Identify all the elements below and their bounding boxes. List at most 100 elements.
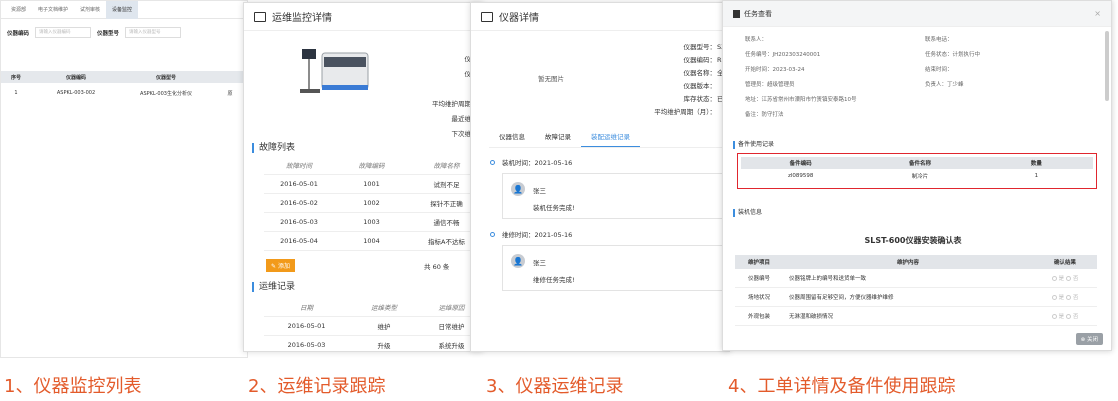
tab-instrument-info[interactable]: 仪器信息 [489, 127, 535, 147]
record-card: 👤 张三 维修任务完成! [502, 245, 729, 291]
tab-assembly-record[interactable]: 装配运维记录 [581, 127, 640, 147]
parts-table-highlight: 备件编码 备件名称 数量 zl089598 制冷片 1 [737, 153, 1097, 189]
cell: 场地状况 [747, 295, 770, 301]
panel-header: 运维监控详情 [244, 3, 482, 31]
table-row[interactable]: zl089598 制冷片 1 [741, 169, 1093, 183]
code-input[interactable]: 请输入仪器编码 [35, 27, 92, 38]
result-radios[interactable]: 是 否 [1033, 293, 1097, 301]
record-card: 👤 张三 装机任务完成! [502, 173, 729, 219]
radio-icon[interactable] [1051, 314, 1057, 319]
radio-icon[interactable] [1065, 276, 1071, 281]
close-icon[interactable]: × [1094, 9, 1101, 18]
info-label: 地址： [745, 97, 762, 103]
info-item: 联系电话： [925, 35, 1105, 43]
table-row[interactable]: 2016-05-02 1002 探针不正确 [264, 194, 482, 213]
cell: zl089598 [787, 173, 814, 179]
no-image-text: 暂无图片 [538, 75, 564, 83]
col-result: 确认结果 [1053, 260, 1076, 266]
timeline-dot [490, 160, 495, 165]
table-row[interactable]: 2016-05-03 1003 通信不畅 [264, 213, 482, 232]
tab-fault-record[interactable]: 故障记录 [535, 127, 581, 147]
radio-no: 否 [1072, 295, 1079, 301]
table-row[interactable]: 2016-05-01 1001 试剂不足 [264, 175, 482, 194]
close-button[interactable]: ⊗ 关闭 [1075, 333, 1103, 345]
timeline-dot [490, 232, 495, 237]
col-quantity: 数量 [1030, 161, 1042, 167]
table-row[interactable]: 1 ASPKL-003-002 ASPKL-003生化分析仪 原 [1, 87, 247, 99]
scrollbar[interactable] [1105, 31, 1109, 101]
record-tabs: 仪器信息 故障记录 装配运维记录 [489, 127, 729, 148]
instrument-detail-panel: 仪器详情 暂无图片 仪器型号： 仪器编码： 仪器名称： 仪器版本： 库存状态： … [470, 2, 730, 352]
instrument-info: 仪器型号： 仪器编码： 仪器名称： 仪器版本： 库存状态： 平均维护周期（月）： [601, 41, 716, 119]
info-item: 负责人：丁少峰 [925, 80, 1105, 88]
info-label: 负责人： [925, 82, 948, 88]
cell: 1001 [363, 180, 380, 188]
cell: 制冷片 [911, 174, 929, 180]
col-index: 序号 [10, 74, 21, 81]
panel-header: 仪器详情 [471, 3, 729, 31]
maintenance-detail-panel: 运维监控详情 I 仪器型 仪器编 名 平均维护周期（月 最近维护日 下次维护日 … [243, 2, 483, 352]
col-part-name: 备件名称 [908, 161, 931, 167]
cell: 维护 [377, 323, 391, 331]
tab-reagent[interactable]: 试剂审核 [74, 1, 106, 19]
page-title: 任务查看 [744, 9, 772, 18]
maintenance-title: 运维记录 [252, 282, 295, 292]
cell: 1003 [363, 218, 380, 226]
info-item: 结束时间： [925, 65, 1105, 73]
info-item: 备注：防守打法 [745, 110, 1105, 118]
radio-icon[interactable] [1051, 276, 1057, 281]
cell: 升级 [377, 342, 391, 350]
cell: 1 [1034, 173, 1039, 179]
cell: 1002 [363, 199, 380, 207]
info-label: 联系人： [745, 37, 768, 43]
radio-icon[interactable] [1051, 295, 1057, 300]
table-row[interactable]: 2016-05-03 升级 系统升级 [264, 336, 482, 351]
caption-4: 4、工单详情及备件使用跟踪 [728, 376, 956, 397]
table-row[interactable]: 2016-05-04 1004 指标A不达标 [264, 232, 482, 251]
cell: 1004 [363, 237, 380, 245]
cell: 仪器编号 [747, 276, 770, 282]
tab-doc[interactable]: 电子文档维护 [32, 1, 74, 19]
record-time: 装机时间：2021-05-16 [502, 159, 573, 167]
record-time: 维修时间：2021-05-16 [502, 231, 573, 239]
radio-yes: 是 [1058, 295, 1065, 301]
result-radios[interactable]: 是 否 [1033, 312, 1097, 320]
parts-title: 备件使用记录 [733, 141, 774, 149]
instrument-monitor-list-panel: 资源部 电子文档维护 试剂审核 设备监控 仪器编码 请输入仪器编码 仪器型号 请… [0, 0, 248, 358]
info-item: 开始时间：2023-03-24 [745, 65, 925, 73]
col-fault-time: 故障时间 [286, 162, 312, 170]
add-label: 添加 [277, 263, 290, 270]
filter-label-code: 仪器编码 [7, 30, 30, 37]
table-row[interactable]: 2016-05-01 维护 日常维护 [264, 317, 482, 336]
radio-icon[interactable] [1065, 314, 1071, 319]
field-version: 仪器版本： [683, 82, 717, 90]
radio-yes: 是 [1058, 314, 1065, 320]
fault-table: 故障时间 故障编码 故障名称 2016-05-01 1001 试剂不足 2016… [264, 156, 482, 251]
field-code: 仪器编码： [683, 56, 717, 64]
cell-model: ASPKL-003生化分析仪 [140, 90, 192, 97]
info-label: 结束时间： [925, 67, 953, 73]
cell: 2016-05-01 [287, 322, 326, 330]
col-part-code: 备件编码 [789, 161, 812, 167]
cell: 2016-05-03 [280, 218, 318, 226]
info-label: 任务状态： [925, 52, 953, 58]
caption-2: 2、运维记录跟踪 [248, 376, 386, 397]
info-label: 备注： [745, 112, 762, 118]
confirm-title: SLST-600仪器安装确认表 [864, 236, 962, 245]
cell: 仪器周围留有足够空间，方便仪器维护维修 [789, 295, 894, 301]
model-input[interactable]: 请输入仪器型号 [125, 27, 182, 38]
result-radios[interactable]: 是 否 [1033, 274, 1097, 282]
col-fault-code: 故障编码 [358, 162, 385, 170]
confirm-table: 维护项目 维护内容 确认结果 仪器编号 仪器铭牌上的编号和送货单一致 是 否 场… [735, 255, 1097, 326]
tab-bar: 资源部 电子文档维护 试剂审核 设备监控 [1, 1, 247, 19]
close-label: 关闭 [1086, 337, 1098, 343]
radio-icon[interactable] [1065, 295, 1071, 300]
list-icon [254, 11, 266, 22]
tab-monitor[interactable]: 设备监控 [106, 1, 139, 19]
cell: 2016-05-02 [280, 199, 318, 207]
cell: 2016-05-01 [280, 180, 318, 188]
tab-resource[interactable]: 资源部 [5, 1, 32, 19]
info-value: 计划执行中 [952, 52, 981, 58]
info-label: 开始时间： [745, 67, 773, 73]
add-button[interactable]: ✎ 添加 [266, 259, 295, 272]
